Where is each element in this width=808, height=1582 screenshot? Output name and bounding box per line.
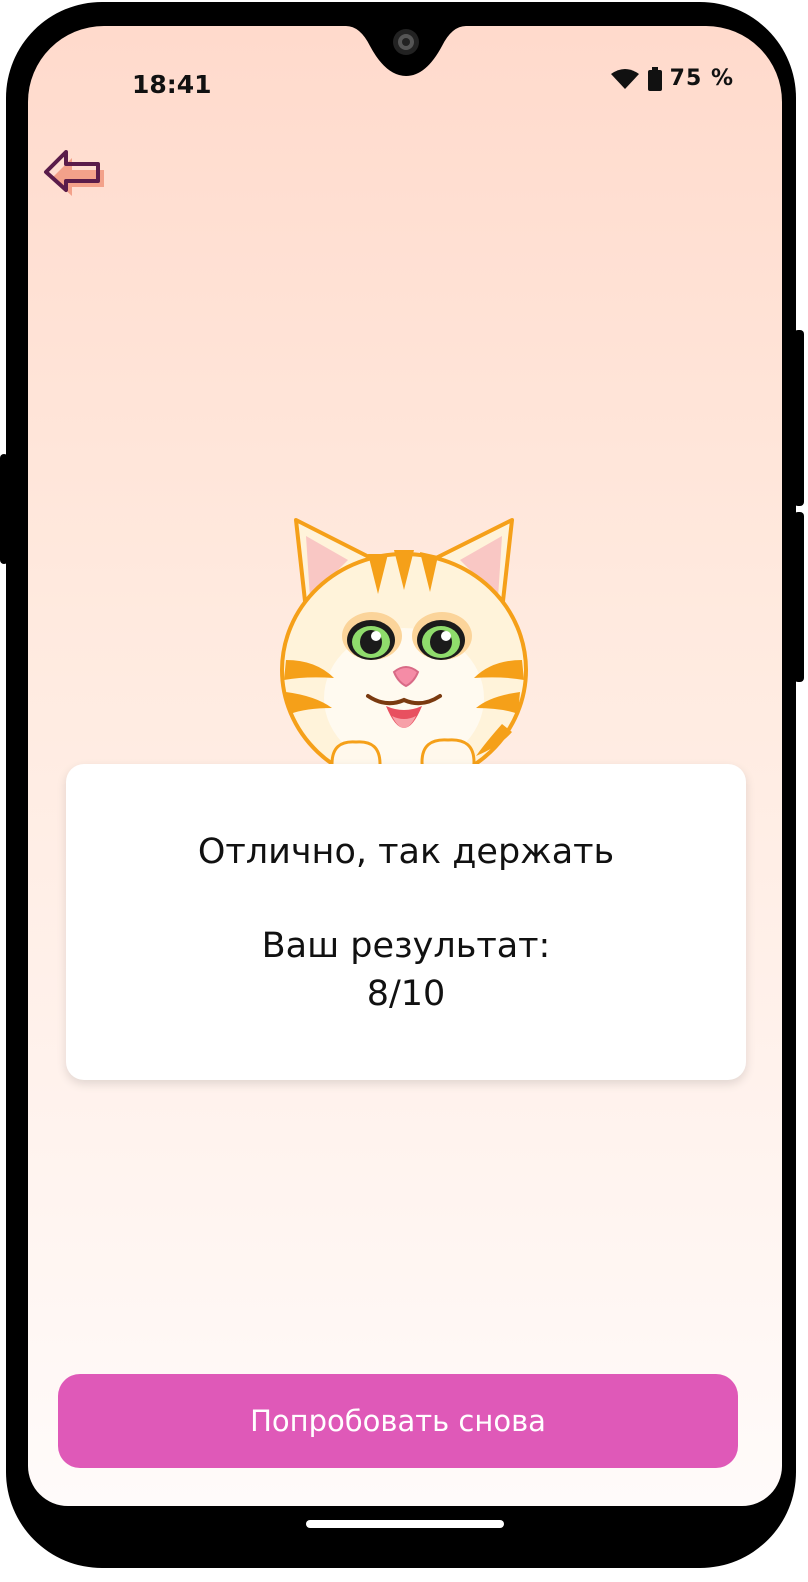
result-card: Отлично, так держать Ваш результат: 8/10 — [66, 764, 746, 1080]
app-screen: 18:41 75 % Отлично, так держать Ваш резу… — [28, 26, 782, 1506]
back-button[interactable] — [42, 146, 116, 200]
cat-mascot — [280, 518, 528, 788]
score-value: 8/10 — [366, 974, 446, 1014]
phone-frame: 18:41 75 % Отлично, так держать Ваш резу… — [6, 2, 796, 1568]
score-label: Ваш результат: — [261, 926, 551, 966]
volume-button-right — [794, 512, 804, 682]
result-message: Отлично, так держать — [197, 832, 615, 872]
back-arrow-icon — [44, 150, 104, 196]
volume-button-left — [0, 454, 8, 564]
power-button-right — [794, 330, 804, 506]
status-time: 18:41 — [132, 70, 212, 99]
wifi-icon — [610, 68, 639, 89]
battery-percent: 75 % — [669, 66, 734, 91]
status-icons: 75 % — [610, 66, 734, 91]
home-indicator[interactable] — [306, 1520, 504, 1528]
retry-button[interactable]: Попробовать снова — [58, 1374, 738, 1468]
camera-notch — [346, 26, 466, 76]
battery-icon — [647, 66, 662, 91]
